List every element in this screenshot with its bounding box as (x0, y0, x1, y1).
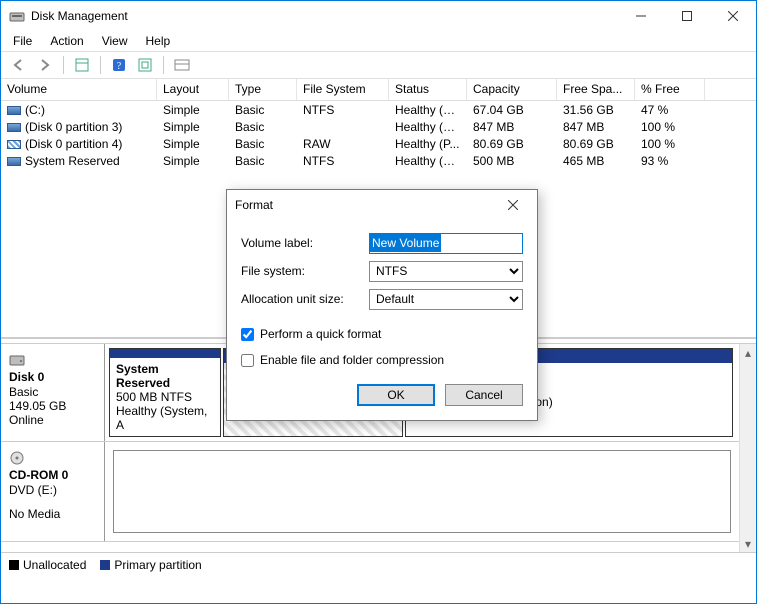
part-name: System Reserved (116, 362, 214, 390)
quick-format-checkbox[interactable] (241, 328, 254, 341)
filesystem-label: File system: (241, 264, 369, 278)
volume-row[interactable]: (C:)SimpleBasicNTFSHealthy (B...67.04 GB… (1, 101, 756, 118)
titlebar: Disk Management (1, 1, 756, 31)
svg-text:?: ? (117, 61, 122, 72)
refresh-icon[interactable] (133, 54, 157, 76)
cancel-button[interactable]: Cancel (445, 384, 523, 406)
toolbar-sep2 (100, 56, 101, 74)
filesystem-select[interactable]: NTFS (369, 261, 523, 282)
toolbar-sep3 (163, 56, 164, 74)
toolbar-sep (63, 56, 64, 74)
window-controls (618, 1, 756, 31)
no-media-area[interactable] (113, 450, 731, 533)
forward-button[interactable] (33, 54, 57, 76)
partition-system-reserved[interactable]: System Reserved 500 MB NTFS Healthy (Sys… (109, 348, 221, 437)
scroll-up-icon[interactable]: ▴ (740, 344, 757, 361)
compression-label: Enable file and folder compression (260, 353, 444, 367)
close-button[interactable] (710, 1, 756, 31)
toolbar: ? (1, 51, 756, 79)
disk0-label[interactable]: Disk 0 Basic 149.05 GB Online (1, 344, 105, 441)
maximize-button[interactable] (664, 1, 710, 31)
quick-format-label: Perform a quick format (260, 327, 381, 341)
volume-row[interactable]: (Disk 0 partition 3)SimpleBasicHealthy (… (1, 118, 756, 135)
volume-icon (7, 106, 21, 115)
menu-help[interactable]: Help (138, 32, 179, 50)
menu-action[interactable]: Action (42, 32, 91, 50)
legend-primary: Primary partition (100, 558, 201, 572)
disk0-status: Online (9, 413, 96, 427)
cdrom-l2: DVD (E:) (9, 483, 96, 497)
back-button[interactable] (7, 54, 31, 76)
part-l3: Healthy (System, A (116, 404, 214, 432)
format-dialog: Format Volume label: New Volume File sys… (226, 189, 538, 421)
compression-checkbox[interactable] (241, 354, 254, 367)
disk0-size: 149.05 GB (9, 399, 96, 413)
volume-icon (7, 157, 21, 166)
legend: Unallocated Primary partition (1, 552, 756, 576)
window-title: Disk Management (31, 9, 618, 23)
col-layout[interactable]: Layout (157, 79, 229, 100)
col-pctfree[interactable]: % Free (635, 79, 705, 100)
disk-row-cdrom: CD-ROM 0 DVD (E:) No Media (1, 442, 739, 542)
volume-row[interactable]: System ReservedSimpleBasicNTFSHealthy (S… (1, 152, 756, 169)
col-status[interactable]: Status (389, 79, 467, 100)
col-freespace[interactable]: Free Spa... (557, 79, 635, 100)
dialog-title: Format (235, 198, 497, 212)
menu-view[interactable]: View (94, 32, 136, 50)
vertical-scrollbar[interactable]: ▴ ▾ (739, 344, 756, 552)
part-l2: 500 MB NTFS (116, 390, 214, 404)
allocation-select[interactable]: Default (369, 289, 523, 310)
help-icon[interactable]: ? (107, 54, 131, 76)
swatch-unallocated (9, 560, 19, 570)
volume-list-header: Volume Layout Type File System Status Ca… (1, 79, 756, 101)
volume-row[interactable]: (Disk 0 partition 4)SimpleBasicRAWHealth… (1, 135, 756, 152)
dialog-body: Volume label: New Volume File system: NT… (227, 220, 537, 420)
minimize-button[interactable] (618, 1, 664, 31)
scroll-down-icon[interactable]: ▾ (740, 535, 757, 552)
cdrom-nomedia: No Media (9, 507, 96, 521)
legend-unallocated: Unallocated (9, 558, 86, 572)
col-volume[interactable]: Volume (1, 79, 157, 100)
cdrom-name: CD-ROM 0 (9, 468, 96, 482)
menu-file[interactable]: File (5, 32, 40, 50)
cdrom-partitions (105, 442, 739, 541)
swatch-primary (100, 560, 110, 570)
disk0-name: Disk 0 (9, 370, 96, 384)
cdrom-label[interactable]: CD-ROM 0 DVD (E:) No Media (1, 442, 105, 541)
settings-icon[interactable] (170, 54, 194, 76)
partition-bar (110, 349, 220, 358)
disk-mgmt-icon (9, 8, 25, 24)
properties-icon[interactable] (70, 54, 94, 76)
volume-icon (7, 140, 21, 149)
menubar: File Action View Help (1, 31, 756, 51)
hdd-icon (9, 352, 25, 368)
col-capacity[interactable]: Capacity (467, 79, 557, 100)
cdrom-icon (9, 450, 25, 466)
col-type[interactable]: Type (229, 79, 297, 100)
allocation-label: Allocation unit size: (241, 292, 369, 306)
dialog-titlebar: Format (227, 190, 537, 220)
volume-label-label: Volume label: (241, 236, 369, 250)
volume-label-input[interactable]: New Volume (369, 233, 523, 254)
disk0-type: Basic (9, 385, 96, 399)
dialog-close-button[interactable] (497, 190, 529, 220)
ok-button[interactable]: OK (357, 384, 435, 406)
volume-icon (7, 123, 21, 132)
col-filesystem[interactable]: File System (297, 79, 389, 100)
